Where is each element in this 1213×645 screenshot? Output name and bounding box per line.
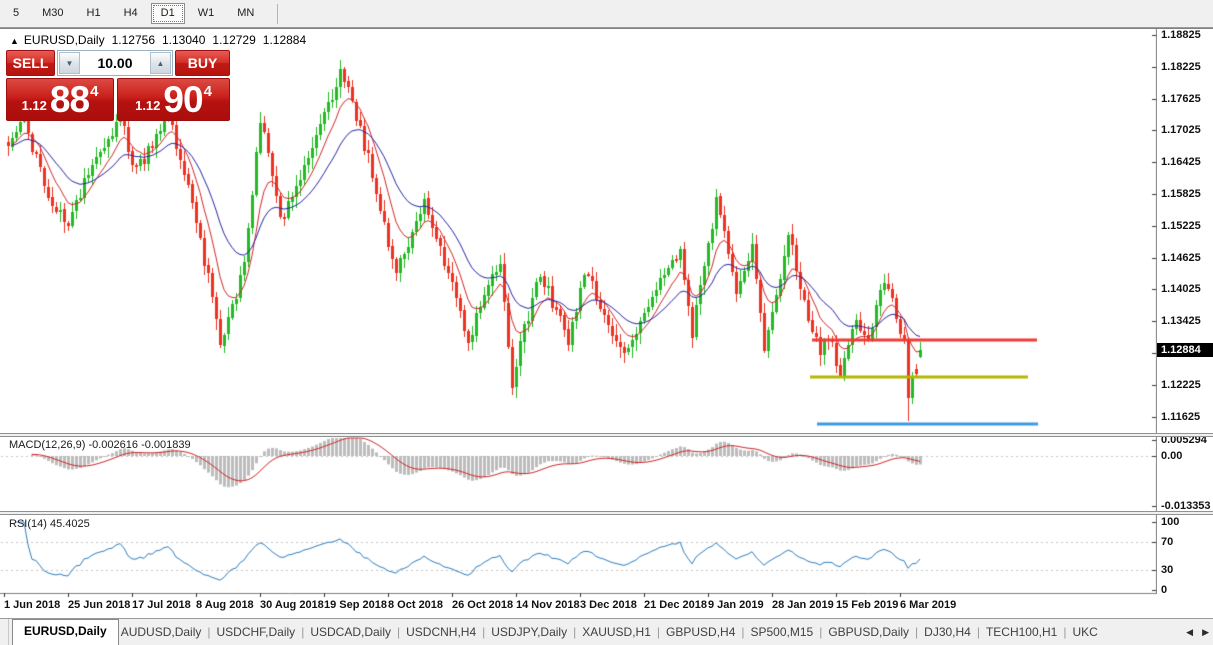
volume-decrease-icon[interactable]: ▼ [59, 52, 80, 74]
tab-separator: | [973, 620, 984, 645]
tab-separator: | [569, 620, 580, 645]
date-axis-label: 21 Dec 2018 [644, 599, 707, 611]
chart-area: ▲EURUSD,Daily1.127561.130401.127291.1288… [0, 28, 1213, 618]
date-axis-label: 1 Jun 2018 [4, 599, 60, 611]
rsi-axis-label: 100 [1161, 516, 1179, 528]
price-axis-label: 1.11625 [1161, 411, 1200, 423]
tab-separator: | [737, 620, 748, 645]
tf-button-h1[interactable]: H1 [77, 3, 111, 24]
symbol-tab-sp500-m15[interactable]: SP500,M15 [749, 620, 816, 645]
symbol-tab-audusd-daily[interactable]: AUDUSD,Daily [119, 620, 204, 645]
pane-separator-rsi[interactable] [0, 511, 1213, 515]
sell-price-pip: 4 [90, 83, 98, 100]
buy-price-big: 90 [163, 81, 202, 118]
rsi-axis-label: 30 [1161, 564, 1173, 576]
symbol-tab-tech100-h1[interactable]: TECH100,H1 [984, 620, 1059, 645]
tf-button-5[interactable]: 5 [3, 3, 29, 24]
tab-separator: | [297, 620, 308, 645]
symbol-tab-dj30-h4[interactable]: DJ30,H4 [922, 620, 973, 645]
sell-button[interactable]: SELL [6, 50, 55, 76]
date-axis-label: 14 Nov 2018 [516, 599, 580, 611]
symbol-tab-bar: EURUSD,DailyAUDUSD,Daily|USDCHF,Daily|US… [0, 618, 1213, 645]
tf-button-h4[interactable]: H4 [114, 3, 148, 24]
price-axis-label: 1.16425 [1161, 156, 1201, 168]
price-axis-label: 1.13425 [1161, 315, 1201, 327]
symbol-tab-usdjpy-daily[interactable]: USDJPY,Daily [489, 620, 569, 645]
tab-scroll-right-icon[interactable]: ▶ [1202, 626, 1209, 638]
one-click-trading-panel: SELL ▼ ▲ BUY 1.12 88 4 1.12 90 4 [6, 50, 230, 121]
symbol-tab-eurusd-daily[interactable]: EURUSD,Daily [12, 619, 119, 645]
price-axis-label: 1.14625 [1161, 252, 1201, 264]
date-axis-label: 3 Dec 2018 [580, 599, 637, 611]
tf-button-mn[interactable]: MN [227, 3, 264, 24]
trading-terminal-window: 5M30H1H4D1W1MN ▲ EURUSD,Daily 1.12756 1.130… [0, 0, 1213, 645]
tab-separator: | [203, 620, 214, 645]
price-axis-label: 1.18825 [1161, 29, 1201, 41]
price-axis-label: 1.14025 [1161, 283, 1201, 295]
volume-increase-icon[interactable]: ▲ [150, 52, 171, 74]
date-axis-label: 6 Mar 2019 [900, 599, 956, 611]
buy-price-pip: 4 [204, 83, 212, 100]
ohlc-open: 1.12756 [112, 33, 155, 47]
date-axis-label: 28 Jan 2019 [772, 599, 834, 611]
tab-separator: | [1059, 620, 1070, 645]
rsi-axis-label: 70 [1161, 536, 1173, 548]
date-axis-label: 17 Jul 2018 [132, 599, 191, 611]
macd-indicator-label: MACD(12,26,9) -0.002616 -0.001839 [9, 439, 191, 451]
timeframe-toolbar: 5M30H1H4D1W1MN [0, 0, 1213, 28]
symbol-tab-ukc[interactable]: UKC [1070, 620, 1099, 645]
date-axis-label: 15 Feb 2019 [836, 599, 898, 611]
date-axis-label: 9 Jan 2019 [708, 599, 764, 611]
pane-separator-macd[interactable] [0, 433, 1213, 437]
date-axis-label: 8 Oct 2018 [388, 599, 443, 611]
tab-strip: EURUSD,DailyAUDUSD,Daily|USDCHF,Daily|US… [9, 619, 1177, 645]
price-axis-label: 1.12225 [1161, 379, 1201, 391]
sell-price-big: 88 [50, 81, 89, 118]
symbol-tab-usdcad-daily[interactable]: USDCAD,Daily [308, 620, 393, 645]
symbol-tab-xauusd-h1[interactable]: XAUUSD,H1 [580, 620, 653, 645]
tab-separator: | [653, 620, 664, 645]
tab-separator: | [478, 620, 489, 645]
current-price-badge: 1.12884 [1157, 343, 1213, 357]
symbol-title: EURUSD,Daily [24, 33, 105, 47]
price-axis-label: 1.18225 [1161, 61, 1201, 73]
symbol-tab-usdchf-daily[interactable]: USDCHF,Daily [215, 620, 298, 645]
tab-separator: | [393, 620, 404, 645]
buy-price-prefix: 1.12 [135, 98, 160, 113]
date-axis-label: 19 Sep 2018 [324, 599, 387, 611]
symbol-tab-gbpusd-h4[interactable]: GBPUSD,H4 [664, 620, 737, 645]
rsi-indicator-label: RSI(14) 45.4025 [9, 518, 90, 530]
ohlc-high: 1.13040 [162, 33, 205, 47]
date-axis-label: 25 Jun 2018 [68, 599, 130, 611]
price-axis-label: 1.15825 [1161, 188, 1201, 200]
rsi-axis-label: 0 [1161, 584, 1167, 596]
macd-axis-label: 0.00 [1161, 450, 1182, 462]
date-axis-label: 30 Aug 2018 [260, 599, 324, 611]
price-axis-label: 1.17625 [1161, 93, 1201, 105]
tab-scroll-left-icon[interactable]: ◀ [1186, 626, 1193, 638]
price-axis-label: 1.17025 [1161, 124, 1201, 136]
volume-input[interactable] [81, 51, 149, 75]
buy-price-panel[interactable]: 1.12 90 4 [117, 78, 230, 121]
sell-price-panel[interactable]: 1.12 88 4 [6, 78, 114, 121]
price-axis-label: 1.15225 [1161, 220, 1201, 232]
buy-button[interactable]: BUY [175, 50, 230, 76]
tf-button-m30[interactable]: M30 [32, 3, 73, 24]
tab-separator: | [911, 620, 922, 645]
toolbar-separator [277, 4, 278, 24]
tabbar-grip [0, 619, 9, 645]
collapse-chart-icon[interactable]: ▲ [10, 36, 19, 46]
tf-button-w1[interactable]: W1 [188, 3, 225, 24]
symbol-info-line: ▲ EURUSD,Daily 1.12756 1.13040 1.12729 1.1288… [10, 33, 306, 47]
ohlc-close: 1.12884 [263, 33, 306, 47]
symbol-tab-usdcnh-h4[interactable]: USDCNH,H4 [404, 620, 478, 645]
ohlc-low: 1.12729 [212, 33, 255, 47]
volume-stepper: ▼ ▲ [57, 50, 173, 76]
tf-button-d1[interactable]: D1 [151, 3, 185, 24]
sell-price-prefix: 1.12 [22, 98, 47, 113]
symbol-tab-gbpusd-daily[interactable]: GBPUSD,Daily [826, 620, 911, 645]
date-axis-label: 26 Oct 2018 [452, 599, 513, 611]
date-axis-label: 8 Aug 2018 [196, 599, 254, 611]
tab-separator: | [815, 620, 826, 645]
